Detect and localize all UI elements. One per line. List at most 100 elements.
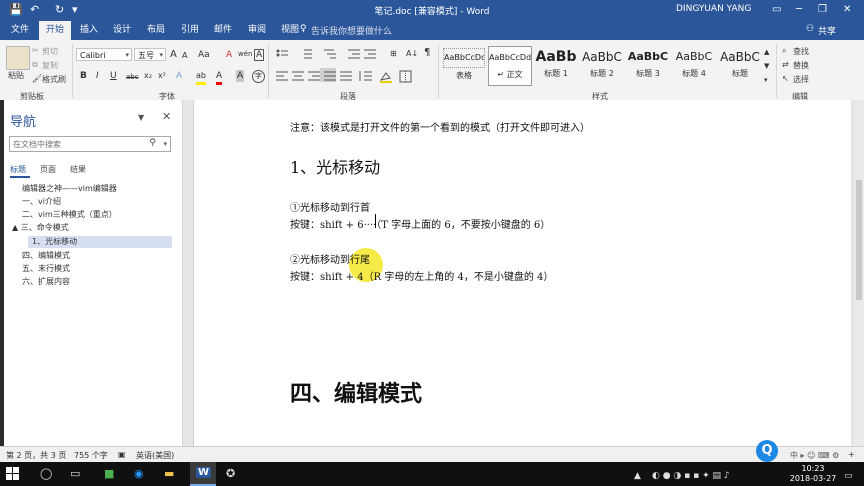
show-marks-icon[interactable]: ¶: [424, 47, 430, 59]
phonetic-guide-icon[interactable]: wén: [238, 48, 252, 60]
char-border-icon[interactable]: A: [254, 49, 265, 61]
font-name-combo[interactable]: Calibri ▾: [76, 48, 132, 61]
app-icon[interactable]: ■: [104, 466, 114, 482]
proofing-icon[interactable]: ▣: [118, 450, 126, 459]
style-heading-1[interactable]: AaBb 标题 1: [534, 46, 578, 86]
user-name[interactable]: DINGYUAN YANG: [676, 4, 751, 14]
gallery-more-icon[interactable]: ▾: [764, 74, 768, 86]
share-button[interactable]: 共享: [818, 24, 836, 37]
paste-icon[interactable]: [6, 46, 30, 70]
change-case-icon[interactable]: Aa: [198, 49, 210, 61]
tab-design[interactable]: 设计: [113, 24, 131, 36]
grow-font-icon[interactable]: A: [170, 49, 177, 61]
tray-icon[interactable]: ◐ ● ◑ ▪ ▪ ✦ ▤ ♪: [652, 468, 730, 484]
strikethrough-button[interactable]: abc: [126, 71, 139, 83]
doc-keys-line-start[interactable]: 按键：shift + 6····（T 字母上面的 6，不要按小键盘的 6）: [290, 216, 550, 231]
nav-heading-item[interactable]: 二、vim三种模式（重点）: [22, 209, 117, 221]
notification-icon[interactable]: ▭: [844, 468, 853, 484]
style-normal[interactable]: AaBbCcDd ↵ 正文: [488, 46, 532, 86]
chevron-down-icon[interactable]: ▾: [163, 140, 167, 148]
nav-search-box[interactable]: ⚲ ▾: [9, 136, 171, 152]
nav-tab-results[interactable]: 结果: [70, 164, 86, 175]
bold-button[interactable]: B: [80, 70, 87, 82]
tab-mailings[interactable]: 邮件: [214, 24, 232, 36]
tab-review[interactable]: 审阅: [248, 24, 266, 36]
superscript-button[interactable]: x²: [158, 70, 166, 82]
close-icon[interactable]: ✕: [843, 3, 851, 17]
shrink-font-icon[interactable]: A: [182, 50, 187, 62]
nav-heading-item[interactable]: ▲ 三、命令模式: [12, 222, 69, 234]
style-heading-2[interactable]: AaBbC 标题 2: [580, 46, 624, 86]
tab-insert[interactable]: 插入: [80, 24, 98, 36]
nav-heading-item[interactable]: 四、编辑模式: [22, 250, 70, 262]
enclose-char-icon[interactable]: 字: [252, 70, 265, 83]
nav-tab-pages[interactable]: 页面: [40, 164, 56, 175]
app-icon[interactable]: ✪: [226, 466, 235, 482]
doc-keys-line-end[interactable]: 按键：shift + 4（R 字母的左上角的 4，不是小键盘的 4）: [290, 268, 553, 283]
nav-search-input[interactable]: [10, 137, 151, 151]
chevron-down-icon[interactable]: ▼: [138, 113, 144, 122]
ribbon-display-icon[interactable]: ▭: [772, 3, 781, 17]
italic-button[interactable]: I: [96, 70, 99, 82]
browser-icon[interactable]: ◉: [134, 466, 144, 482]
format-painter-button[interactable]: 格式刷: [42, 74, 66, 85]
word-count[interactable]: 755 个字: [74, 450, 108, 461]
ime-toolbar[interactable]: 中 ▸ ☺ ⌨ ⚙: [790, 450, 839, 461]
tab-home[interactable]: 开始: [39, 21, 72, 40]
file-explorer-icon[interactable]: ▬: [164, 466, 174, 482]
tab-layout[interactable]: 布局: [147, 24, 165, 36]
ime-logo-icon[interactable]: Q: [756, 440, 778, 462]
restore-icon[interactable]: ❐: [818, 3, 827, 17]
nav-heading-item[interactable]: 一、vi介绍: [22, 196, 61, 208]
char-shading-icon[interactable]: A: [236, 70, 245, 82]
doc-subheading-line-start[interactable]: ①光标移动到行首: [290, 199, 370, 214]
chevron-down-icon[interactable]: ▼: [764, 60, 769, 72]
search-icon[interactable]: ⚲: [149, 138, 156, 148]
nav-heading-item[interactable]: 编辑器之神——vim编辑器: [22, 183, 117, 195]
doc-note-paragraph[interactable]: 注意：该模式是打开文件的第一个看到的模式（打开文件即可进入）: [290, 119, 590, 134]
task-view-icon[interactable]: ▭: [70, 466, 80, 482]
select-button[interactable]: 选择: [793, 74, 809, 85]
tray-chevron-icon[interactable]: ▲: [634, 468, 641, 484]
scrollbar-thumb[interactable]: [856, 180, 862, 300]
copy-button[interactable]: 复制: [42, 60, 58, 71]
underline-button[interactable]: U: [110, 70, 117, 82]
style-title[interactable]: AaBbC 标题: [718, 46, 762, 86]
sort-icon[interactable]: A↓: [406, 48, 418, 60]
tell-me-search[interactable]: 告诉我你想要做什么: [311, 24, 392, 37]
nav-heading-item[interactable]: 六、扩展内容: [22, 276, 70, 288]
tab-references[interactable]: 引用: [181, 24, 199, 36]
doc-heading-edit-mode[interactable]: 四、编辑模式: [290, 376, 422, 408]
style-heading-3[interactable]: AaBbC 标题 3: [626, 46, 670, 86]
windows-start-icon[interactable]: [6, 467, 20, 481]
tab-view[interactable]: 视图: [281, 24, 299, 36]
style-heading-4[interactable]: AaBbC 标题 4: [672, 46, 716, 86]
replace-button[interactable]: 替换: [793, 60, 809, 71]
clock[interactable]: 10:23 2018-03-27: [788, 464, 838, 484]
nav-heading-item[interactable]: 五、末行模式: [22, 263, 70, 275]
doc-subheading-line-end[interactable]: ②光标移动到行尾: [290, 251, 370, 266]
cut-button[interactable]: 剪切: [42, 46, 58, 57]
doc-heading-cursor-move[interactable]: 1、光标移动: [290, 154, 380, 178]
language-indicator[interactable]: 英语(美国): [136, 450, 174, 461]
page-count[interactable]: 第 2 页，共 3 页: [6, 450, 66, 461]
highlight-icon[interactable]: ab: [196, 70, 206, 85]
nav-heading-item-selected[interactable]: 1、光标移动: [28, 236, 172, 248]
paste-button[interactable]: 粘贴: [8, 70, 24, 81]
search-icon[interactable]: ◯: [40, 466, 52, 482]
tab-file[interactable]: 文件: [11, 24, 29, 36]
font-color-icon[interactable]: A: [216, 70, 223, 85]
minimize-icon[interactable]: ─: [796, 3, 802, 17]
word-taskbar-button[interactable]: W: [190, 462, 216, 486]
nav-tab-headings[interactable]: 标题: [10, 164, 26, 175]
subscript-button[interactable]: x₂: [144, 70, 152, 82]
text-effects-icon[interactable]: A: [176, 70, 182, 82]
find-button[interactable]: 查找: [793, 46, 809, 57]
clear-format-icon[interactable]: A: [226, 49, 232, 61]
zoom-in-button[interactable]: +: [848, 450, 855, 459]
chinese-layout-icon[interactable]: ⊞: [390, 48, 397, 60]
close-icon[interactable]: ✕: [162, 110, 171, 123]
font-size-combo[interactable]: 五号 ▾: [134, 48, 166, 61]
style-table[interactable]: AaBbCcDd 表格: [442, 46, 486, 86]
chevron-up-icon[interactable]: ▲: [764, 46, 769, 58]
